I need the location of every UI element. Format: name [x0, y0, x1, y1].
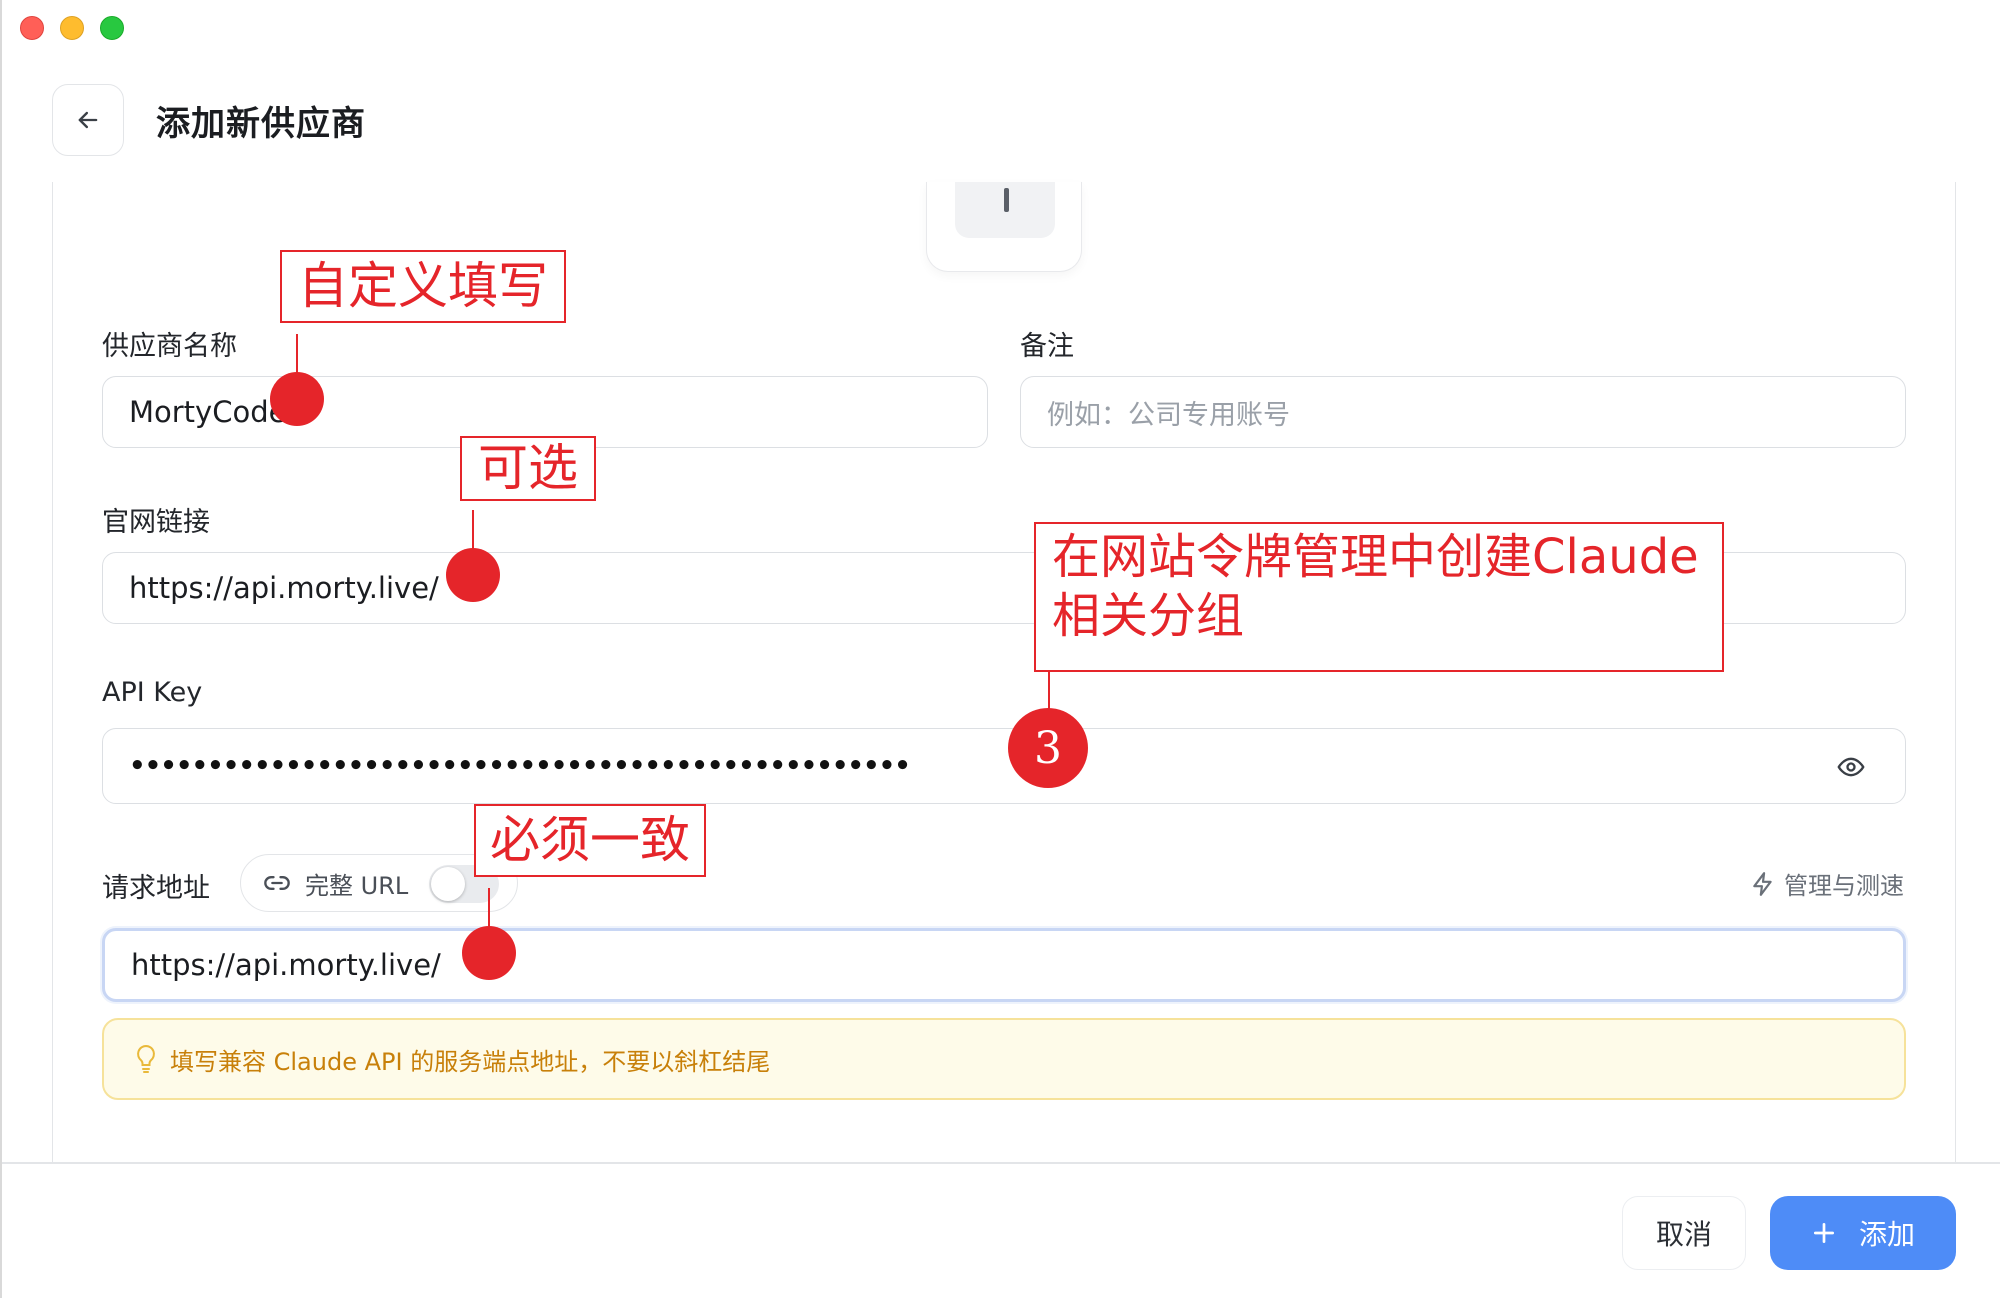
- zoom-window-button[interactable]: [100, 16, 124, 40]
- annotation-marker-4: [462, 926, 516, 980]
- annotation-leader-3: [1048, 670, 1050, 710]
- lightning-icon: [1753, 871, 1772, 896]
- endpoint-label: 请求地址: [102, 873, 210, 904]
- annotation-badge-3: 3: [1008, 708, 1088, 788]
- arrow-left-icon: [78, 111, 98, 129]
- api-key-masked-value: ••••••••••••••••••••••••••••••••••••••••…: [129, 751, 911, 781]
- eye-icon[interactable]: [1835, 753, 1867, 781]
- add-button[interactable]: 添加: [1770, 1196, 1956, 1270]
- cancel-button[interactable]: 取消: [1622, 1196, 1746, 1270]
- link-icon: [264, 876, 290, 890]
- window-controls: [20, 16, 124, 40]
- annotation-leader-1: [296, 334, 298, 374]
- note-placeholder: 例如：公司专用账号: [1047, 399, 1290, 431]
- lightbulb-icon: [137, 1044, 155, 1073]
- minimize-window-button[interactable]: [60, 16, 84, 40]
- annotation-marker-1: [270, 372, 324, 426]
- endpoint-hint-text: 填写兼容 Claude API 的服务端点地址，不要以斜杠结尾: [170, 1047, 771, 1076]
- provider-icon-tile[interactable]: [926, 182, 1082, 272]
- full-url-toggle-label: 完整 URL: [305, 871, 409, 900]
- annotation-create-group: 在网站令牌管理中创建Claude 相关分组: [1034, 522, 1724, 672]
- annotation-create-group-line2: 相关分组: [1052, 587, 1245, 644]
- api-key-input[interactable]: ••••••••••••••••••••••••••••••••••••••••…: [102, 728, 1906, 804]
- back-button[interactable]: [52, 84, 124, 156]
- annotation-create-group-line1: 在网站令牌管理中创建Claude: [1052, 529, 1699, 585]
- page-title: 添加新供应商: [156, 104, 366, 144]
- annotation-marker-2: [446, 548, 500, 602]
- annotation-must-match: 必须一致: [474, 804, 706, 877]
- provider-name-label: 供应商名称: [102, 331, 237, 362]
- website-label: 官网链接: [102, 507, 210, 538]
- provider-icon: [955, 182, 1055, 238]
- form-panel: [52, 182, 1956, 1162]
- provider-name-value: MortyCode: [129, 395, 287, 429]
- note-input[interactable]: 例如：公司专用账号: [1020, 376, 1906, 448]
- website-value: https://api.morty.live/: [129, 571, 439, 605]
- add-button-label: 添加: [1858, 1218, 1915, 1251]
- app-window: 添加新供应商 供应商名称 MortyCode 备注 例如：公司专用账号 官网链接…: [0, 0, 2000, 1298]
- plus-icon: [1813, 1222, 1835, 1244]
- endpoint-input[interactable]: https://api.morty.live/: [102, 928, 1906, 1002]
- api-key-label: API Key: [102, 677, 203, 708]
- endpoint-hint: 填写兼容 Claude API 的服务端点地址，不要以斜杠结尾: [102, 1018, 1906, 1100]
- switch-knob: [431, 867, 465, 901]
- footer-divider: [2, 1162, 2000, 1164]
- close-window-button[interactable]: [20, 16, 44, 40]
- annotation-leader-4: [488, 888, 490, 928]
- manage-speedtest-label: 管理与测速: [1784, 872, 1904, 900]
- annotation-optional: 可选: [460, 436, 596, 501]
- manage-speedtest-link[interactable]: 管理与测速: [1750, 866, 1904, 901]
- endpoint-value: https://api.morty.live/: [131, 948, 441, 982]
- note-label: 备注: [1020, 331, 1074, 362]
- annotation-custom-fill: 自定义填写: [280, 250, 566, 323]
- annotation-leader-2: [472, 510, 474, 550]
